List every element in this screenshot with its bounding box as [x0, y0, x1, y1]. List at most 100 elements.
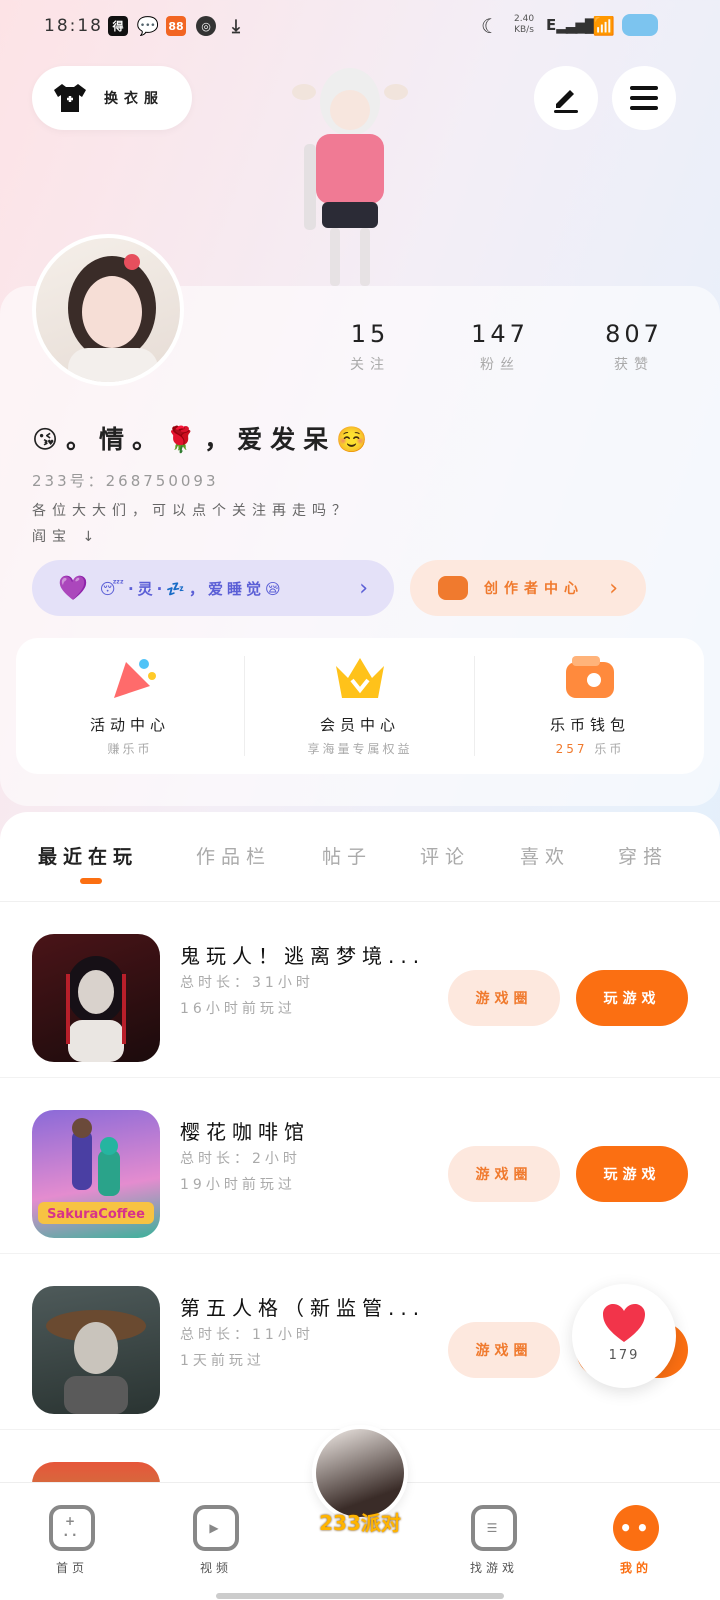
nav-label: 视频 — [199, 1561, 232, 1575]
me-icon: •• — [613, 1505, 659, 1551]
stat-likes[interactable]: 807 获赞 — [584, 320, 684, 374]
profile-avatar[interactable] — [32, 234, 184, 386]
stat-label: 粉丝 — [480, 357, 520, 373]
chevron-right-icon: › — [609, 575, 618, 601]
game-last-played: 19小时前玩过 — [180, 1177, 296, 1193]
quick-title: 会员中心 — [319, 716, 400, 734]
moon-icon: ☾ — [481, 14, 499, 38]
nav-home[interactable]: + ·· 首页 — [22, 1505, 122, 1576]
like-float-button[interactable]: 179 — [572, 1284, 676, 1388]
game-circle-button[interactable]: 游戏圈 — [448, 1146, 560, 1202]
recent-games-list: 鬼玩人！逃离梦境... 总时长：31小时 16小时前玩过 游戏圈 玩游戏 Sak… — [0, 902, 720, 1590]
wechat-icon: 💬 — [136, 15, 160, 37]
app-notification-icon: 得 — [108, 16, 128, 36]
purple-heart-icon: 💜 — [58, 574, 88, 602]
menu-icon — [630, 86, 658, 110]
play-game-button[interactable]: 玩游戏 — [576, 1146, 688, 1202]
nav-find-games[interactable]: ☰ 找游戏 — [444, 1505, 544, 1576]
tab-works[interactable]: 作品栏 — [196, 842, 271, 869]
stat-label: 获赞 — [614, 357, 654, 373]
list-item[interactable]: 鬼玩人！逃离梦境... 总时长：31小时 16小时前玩过 游戏圈 玩游戏 — [0, 902, 720, 1078]
game-circle-button[interactable]: 游戏圈 — [448, 970, 560, 1026]
coin-unit: 乐币 — [594, 742, 625, 756]
tab-indicator — [80, 878, 102, 884]
tab-recent[interactable]: 最近在玩 — [38, 842, 138, 869]
speed-unit: KB/s — [514, 25, 534, 35]
game-duration: 总时长：11小时 — [180, 1327, 314, 1343]
wallet[interactable]: 乐币钱包 257 乐币 — [476, 638, 704, 774]
stat-label: 关注 — [350, 357, 390, 373]
wallet-icon — [566, 656, 614, 698]
stat-value: 807 — [605, 320, 663, 348]
gamepad-icon: + ·· — [49, 1505, 95, 1551]
quick-title: 活动中心 — [89, 716, 170, 734]
home-indicator — [216, 1593, 504, 1599]
content-tabs: 最近在玩 作品栏 帖子 评论 喜欢 穿搭 — [0, 812, 720, 902]
game-last-played: 1天前玩过 — [180, 1353, 265, 1369]
thumbnail-text: SakuraCoffee — [47, 1207, 145, 1222]
play-icon: ▶ — [193, 1505, 239, 1551]
game-circle-button[interactable]: 游戏圈 — [448, 1322, 560, 1378]
stat-following[interactable]: 15 关注 — [320, 320, 420, 374]
avatar-character[interactable] — [290, 62, 410, 290]
bio-line: 阎宝 ↓ — [32, 529, 101, 545]
game-thumbnail[interactable] — [32, 934, 160, 1062]
tab-posts[interactable]: 帖子 — [322, 842, 372, 869]
creator-center-label: 创作者中心 — [484, 581, 584, 597]
user-bio: 各位大大们，可以点个关注再走吗？ 阎宝 ↓ — [32, 498, 352, 550]
battery-icon — [622, 14, 658, 36]
quick-title: 乐币钱包 — [549, 716, 630, 734]
nav-me[interactable]: •• 我的 — [586, 1505, 686, 1576]
stat-followers[interactable]: 147 粉丝 — [450, 320, 550, 374]
creator-center-button[interactable]: 创作者中心 › — [410, 560, 646, 616]
nav-label: 我的 — [619, 1561, 652, 1575]
play-game-button[interactable]: 玩游戏 — [576, 970, 688, 1026]
quick-subtitle: 257 乐币 — [476, 740, 704, 757]
game-duration: 总时长：2小时 — [180, 1151, 301, 1167]
nav-label: 找游戏 — [469, 1561, 518, 1575]
activity-center[interactable]: 活动中心 赚乐币 — [16, 638, 244, 774]
speed-value: 2.40 — [514, 14, 535, 24]
game-duration: 总时长：31小时 — [180, 975, 314, 991]
change-outfit-button[interactable]: 换衣服 — [32, 66, 192, 130]
menu-button[interactable] — [612, 66, 676, 130]
tab-likes[interactable]: 喜欢 — [520, 842, 570, 869]
quick-actions: 活动中心 赚乐币 会员中心 享海量专属权益 乐币钱包 257 乐币 — [16, 638, 704, 774]
game-title: 第五人格（新监管... — [180, 1296, 426, 1320]
list-icon: ☰ — [471, 1505, 517, 1551]
bio-line: 各位大大们，可以点个关注再走吗？ — [32, 503, 352, 519]
game-last-played: 16小时前玩过 — [180, 1001, 296, 1017]
divider — [474, 656, 475, 756]
gamepad-icon — [438, 576, 468, 600]
status-tag-text: 😴·灵·💤，爱睡觉😪 — [99, 579, 285, 598]
edit-button[interactable] — [534, 66, 598, 130]
nav-party[interactable]: 233派对 — [310, 1425, 410, 1536]
quick-subtitle: 赚乐币 — [107, 742, 153, 756]
change-outfit-label: 换衣服 — [104, 91, 164, 107]
game-thumbnail[interactable]: SakuraCoffee — [32, 1110, 160, 1238]
stat-value: 15 — [350, 320, 390, 348]
list-item[interactable]: SakuraCoffee 樱花咖啡馆 总时长：2小时 19小时前玩过 游戏圈 玩… — [0, 1078, 720, 1254]
chevron-right-icon: › — [359, 575, 368, 601]
crown-icon — [336, 658, 384, 698]
tab-comments[interactable]: 评论 — [420, 842, 470, 869]
user-id[interactable]: 233号：268750093 — [32, 470, 219, 491]
game-thumbnail[interactable] — [32, 1286, 160, 1414]
party-popper-icon — [114, 659, 156, 698]
stat-value: 147 — [471, 320, 529, 348]
coin-balance: 257 — [555, 742, 588, 756]
nav-label: 首页 — [55, 1561, 88, 1575]
like-count: 179 — [608, 1348, 640, 1363]
vip-center[interactable]: 会员中心 享海量专属权益 — [246, 638, 474, 774]
party-label: 233派对 — [319, 1511, 401, 1535]
nav-video[interactable]: ▶ 视频 — [166, 1505, 266, 1576]
bottom-navigation: + ·· 首页 ▶ 视频 233派对 ☰ 找游戏 •• 我的 — [0, 1425, 720, 1600]
network-speed: 2.40 KB/s — [514, 14, 534, 36]
status-bar: 18:18 得 💬 88 ◎ ⤓ ☾ 2.40 KB/s E▂▃▅▇ 📶 — [0, 0, 720, 56]
shirt-icon — [54, 84, 86, 112]
download-icon: ⤓ — [232, 15, 240, 37]
tab-outfits[interactable]: 穿搭 — [618, 842, 668, 869]
status-tag-button[interactable]: 💜 😴·灵·💤，爱睡觉😪 › — [32, 560, 394, 616]
app-notification-icon: ◎ — [196, 16, 216, 36]
user-name: 😘。情。🌹，爱发呆☺️ — [32, 425, 376, 454]
